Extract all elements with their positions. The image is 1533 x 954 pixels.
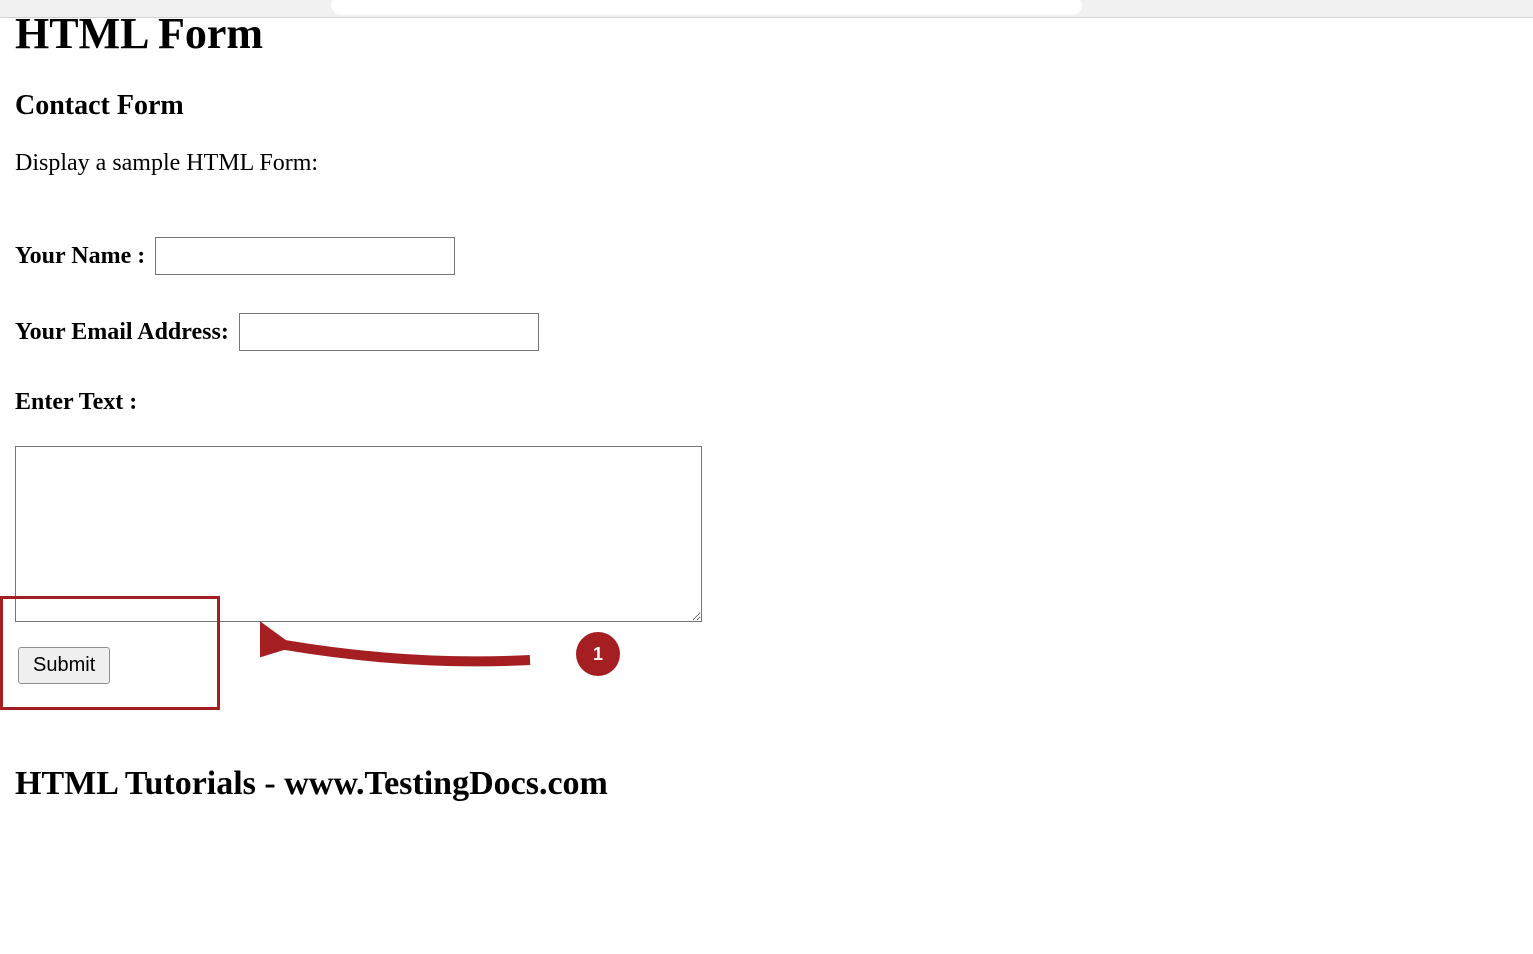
page-content: HTML Form Contact Form Display a sample … bbox=[0, 18, 1533, 833]
name-label: Your Name : bbox=[15, 243, 145, 270]
text-label-row: Enter Text : bbox=[15, 389, 1518, 416]
email-row: Your Email Address: bbox=[15, 313, 1518, 351]
page-title: HTML Form bbox=[15, 12, 1518, 56]
description-text: Display a sample HTML Form: bbox=[15, 150, 1518, 177]
email-input[interactable] bbox=[239, 313, 539, 351]
highlight-box: Submit bbox=[0, 596, 220, 710]
name-input[interactable] bbox=[155, 237, 455, 275]
submit-button[interactable]: Submit bbox=[18, 647, 110, 684]
section-title: Contact Form bbox=[15, 90, 1518, 122]
arrow-icon bbox=[260, 620, 540, 680]
name-row: Your Name : bbox=[15, 237, 1518, 275]
annotation-badge: 1 bbox=[576, 632, 620, 676]
email-label: Your Email Address: bbox=[15, 319, 229, 346]
footer-title: HTML Tutorials - www.TestingDocs.com bbox=[15, 765, 1518, 803]
text-label: Enter Text : bbox=[15, 389, 137, 416]
